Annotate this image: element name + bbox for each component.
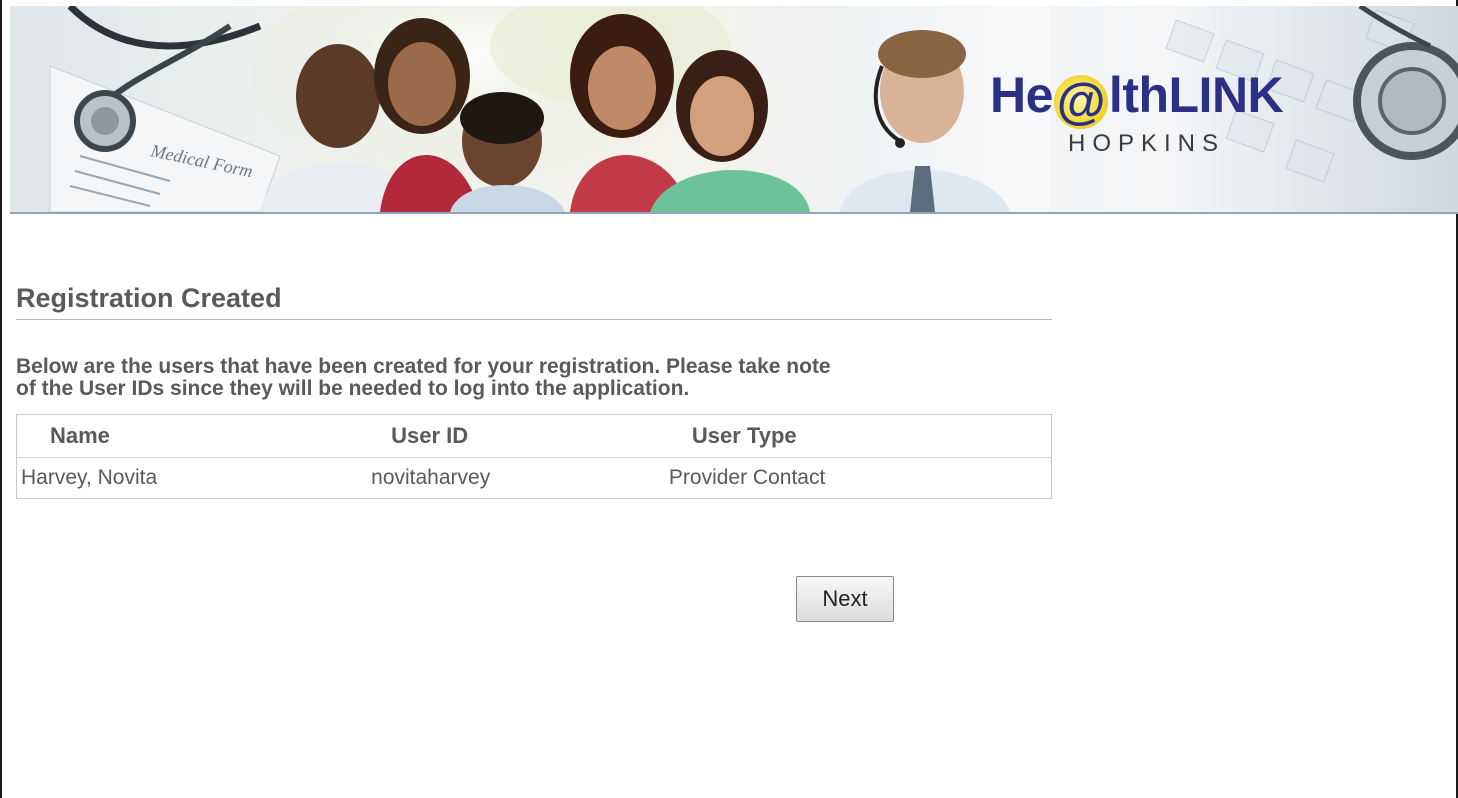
logo-at-icon: @ <box>1053 75 1108 129</box>
cell-user-id: novitaharvey <box>371 466 491 489</box>
logo-suffix: lthLINK <box>1108 67 1284 123</box>
column-header-user-id: User ID <box>366 414 666 458</box>
table-header-row: Name User ID User Type <box>16 414 1052 458</box>
cell-user-type: Provider Contact <box>668 466 826 489</box>
intro-text: Below are the users that have been creat… <box>16 356 1052 400</box>
logo-subtitle: HOPKINS <box>1068 130 1226 157</box>
next-button[interactable]: Next <box>796 576 894 622</box>
column-header-name: Name <box>16 414 367 458</box>
main-content: Registration Created Below are the users… <box>16 278 1052 499</box>
logo-wordmark: He@lthLINK <box>990 66 1284 129</box>
cell-name: Harvey, Novita <box>21 466 158 489</box>
header-banner: Medical Form He@lthLINK HOPKINS <box>10 6 1458 214</box>
intro-line-2: of the User IDs since they will be neede… <box>16 377 690 400</box>
intro-line-1: Below are the users that have been creat… <box>16 355 831 378</box>
healthlink-logo: He@lthLINK HOPKINS <box>990 66 1330 176</box>
logo-prefix: He <box>990 67 1053 123</box>
page-title: Registration Created <box>16 278 1052 320</box>
page-frame: Medical Form He@lthLINK HOPKINS Registra… <box>0 0 1458 798</box>
column-header-user-type: User Type <box>665 414 1052 458</box>
table-row: Harvey, Novita novitaharvey Provider Con… <box>17 458 1052 499</box>
users-table: Name User ID User Type Harvey, Novita no… <box>16 414 1052 499</box>
